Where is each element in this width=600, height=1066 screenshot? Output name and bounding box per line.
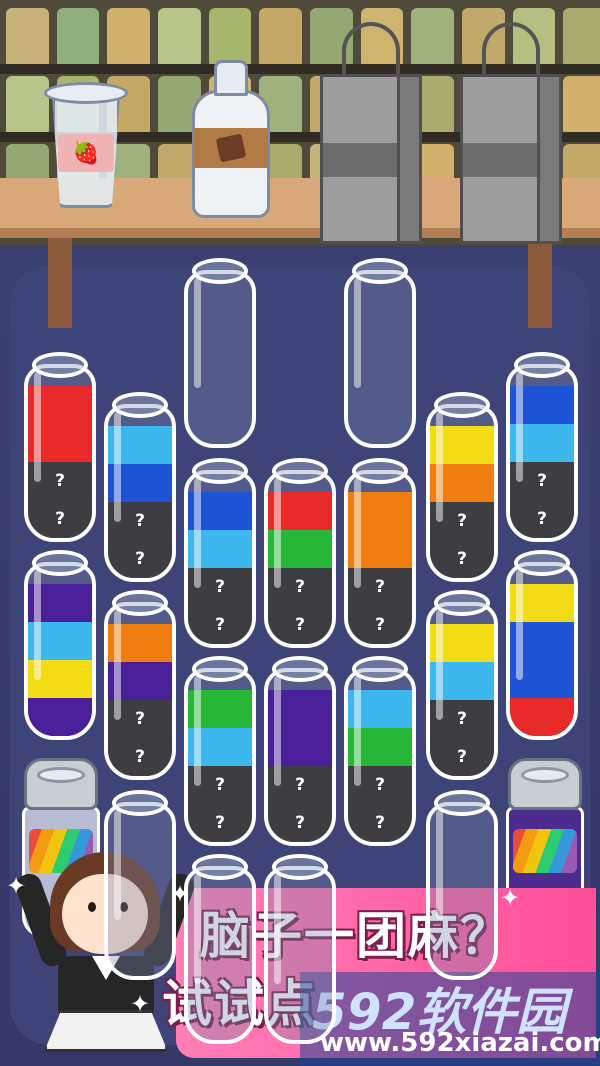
tube-shine <box>114 610 121 720</box>
tube[interactable]: ?? <box>184 458 256 648</box>
tube-shine <box>354 676 361 786</box>
shelf-can <box>107 8 151 68</box>
tube-shine <box>354 278 361 388</box>
rainbow-icon <box>513 829 577 873</box>
tube-shine <box>194 676 201 786</box>
tube[interactable]: ?? <box>344 458 416 648</box>
liquid-segment-purple <box>28 698 92 736</box>
tube[interactable]: ?? <box>426 392 498 582</box>
tube-shine <box>354 478 361 588</box>
tube[interactable] <box>344 258 416 448</box>
tube-shine <box>114 412 121 522</box>
tube[interactable]: ?? <box>506 352 578 542</box>
shelf-can <box>259 8 303 68</box>
sparkle-icon: ✦ <box>130 990 151 1018</box>
tube-shine <box>274 478 281 588</box>
shopping-bag-icon <box>460 22 562 244</box>
shelf-can <box>158 8 201 68</box>
tube-shine <box>194 874 201 984</box>
tube-shine <box>34 570 41 680</box>
hidden-segment: ? <box>108 738 172 776</box>
tube[interactable]: ?? <box>104 392 176 582</box>
tube-shine <box>274 874 281 984</box>
hidden-segment: ? <box>188 606 252 644</box>
strawberry-cup-icon: 🍓 <box>44 82 128 216</box>
hidden-segment: ? <box>268 804 332 842</box>
chocolate-milk-bottle-icon <box>192 60 270 218</box>
tube[interactable] <box>104 790 176 980</box>
tube[interactable] <box>184 258 256 448</box>
tube-shine <box>114 810 121 920</box>
counter-leg <box>528 238 552 328</box>
tube-shine <box>436 810 443 920</box>
tube[interactable]: ?? <box>426 590 498 780</box>
shelf-can <box>6 76 49 136</box>
tube[interactable]: ?? <box>24 352 96 542</box>
tube[interactable] <box>24 550 96 740</box>
shelf-can <box>208 8 252 68</box>
tube[interactable]: ?? <box>264 458 336 648</box>
tube-shine <box>436 412 443 522</box>
tube[interactable]: ?? <box>184 656 256 846</box>
tube-shine <box>274 676 281 786</box>
hidden-segment: ? <box>268 606 332 644</box>
hidden-segment: ? <box>28 500 92 538</box>
hidden-segment: ? <box>430 540 494 578</box>
shelf-can <box>563 76 600 136</box>
tube-shine <box>194 278 201 388</box>
hidden-segment: ? <box>430 738 494 776</box>
hidden-segment: ? <box>510 500 574 538</box>
tube[interactable] <box>264 854 336 1044</box>
tube-shine <box>516 570 523 680</box>
watermark-url: www.592xiazai.com <box>320 1028 600 1058</box>
counter-leg <box>48 238 72 328</box>
sparkle-icon: ✦ <box>500 884 521 912</box>
tube-shine <box>194 478 201 588</box>
sparkle-icon: ✦ <box>6 872 27 900</box>
hidden-segment: ? <box>348 804 412 842</box>
strawberry-icon: 🍓 <box>58 134 114 172</box>
tube[interactable]: ?? <box>344 656 416 846</box>
tube[interactable] <box>506 550 578 740</box>
shelf-can <box>6 8 49 68</box>
tube[interactable] <box>426 790 498 980</box>
tube[interactable]: ?? <box>264 656 336 846</box>
hidden-segment: ? <box>348 606 412 644</box>
tube-shine <box>34 372 41 482</box>
liquid-segment-red <box>510 698 574 736</box>
tube-shine <box>436 610 443 720</box>
shelf-can <box>56 8 100 68</box>
tube-shine <box>516 372 523 482</box>
shelf-can <box>563 8 600 68</box>
tube[interactable]: ?? <box>104 590 176 780</box>
hidden-segment: ? <box>108 540 172 578</box>
hidden-segment: ? <box>188 804 252 842</box>
shopping-bag-icon <box>320 22 422 244</box>
tube[interactable] <box>184 854 256 1044</box>
